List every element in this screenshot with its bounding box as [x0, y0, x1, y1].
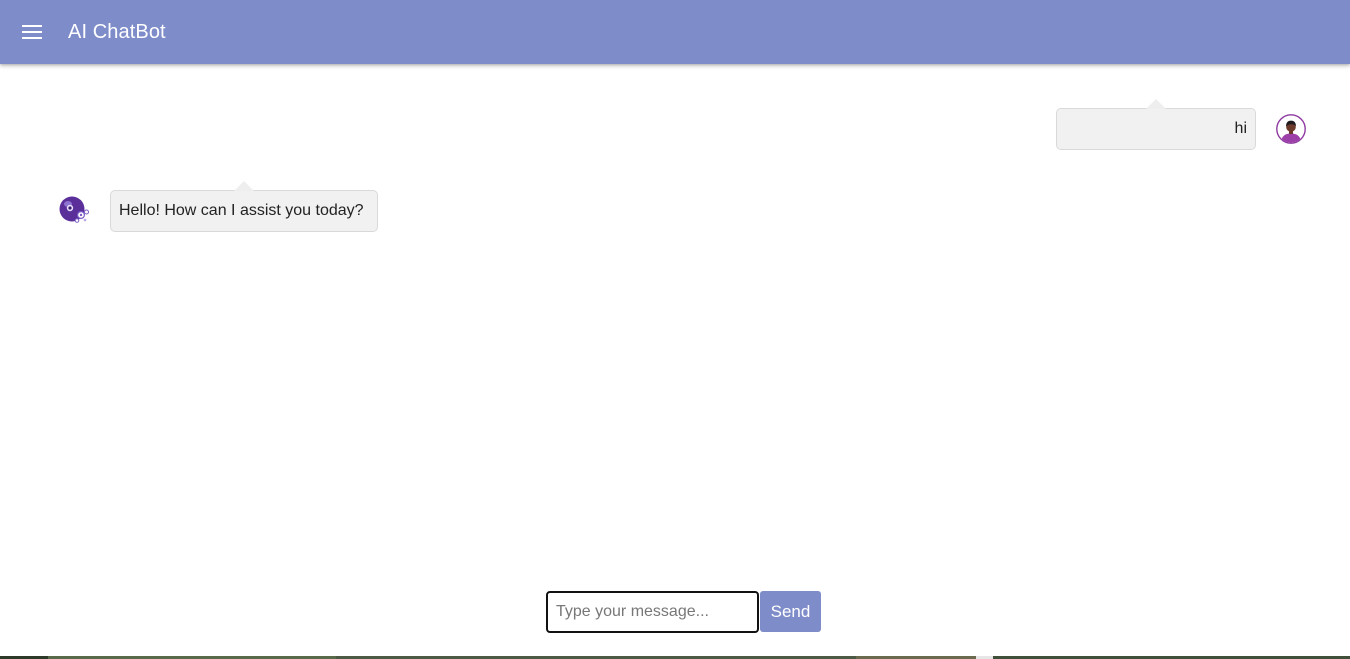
user-message-text: hi: [1234, 120, 1247, 137]
message-input[interactable]: [546, 591, 759, 633]
user-avatar-icon: [1276, 114, 1306, 144]
chat-messages: hi Hello! How can I assist you today?: [0, 64, 1350, 574]
bot-message-text: Hello! How can I assist you today?: [119, 202, 364, 219]
robot-avatar-icon: [59, 195, 89, 225]
chat-app: AI ChatBot hi Hello! How can I assist yo…: [0, 0, 1350, 659]
menu-button[interactable]: [16, 16, 48, 48]
bot-message-bubble: Hello! How can I assist you today?: [110, 181, 378, 232]
user-message-bubble: hi: [1056, 99, 1256, 150]
send-button[interactable]: Send: [760, 591, 821, 632]
hamburger-menu-icon: [22, 25, 42, 39]
message-composer: Send: [546, 591, 821, 633]
bubble-tail: [234, 181, 254, 191]
bubble-tail: [1146, 99, 1166, 109]
top-app-bar: AI ChatBot: [0, 0, 1350, 64]
app-title: AI ChatBot: [68, 21, 166, 43]
